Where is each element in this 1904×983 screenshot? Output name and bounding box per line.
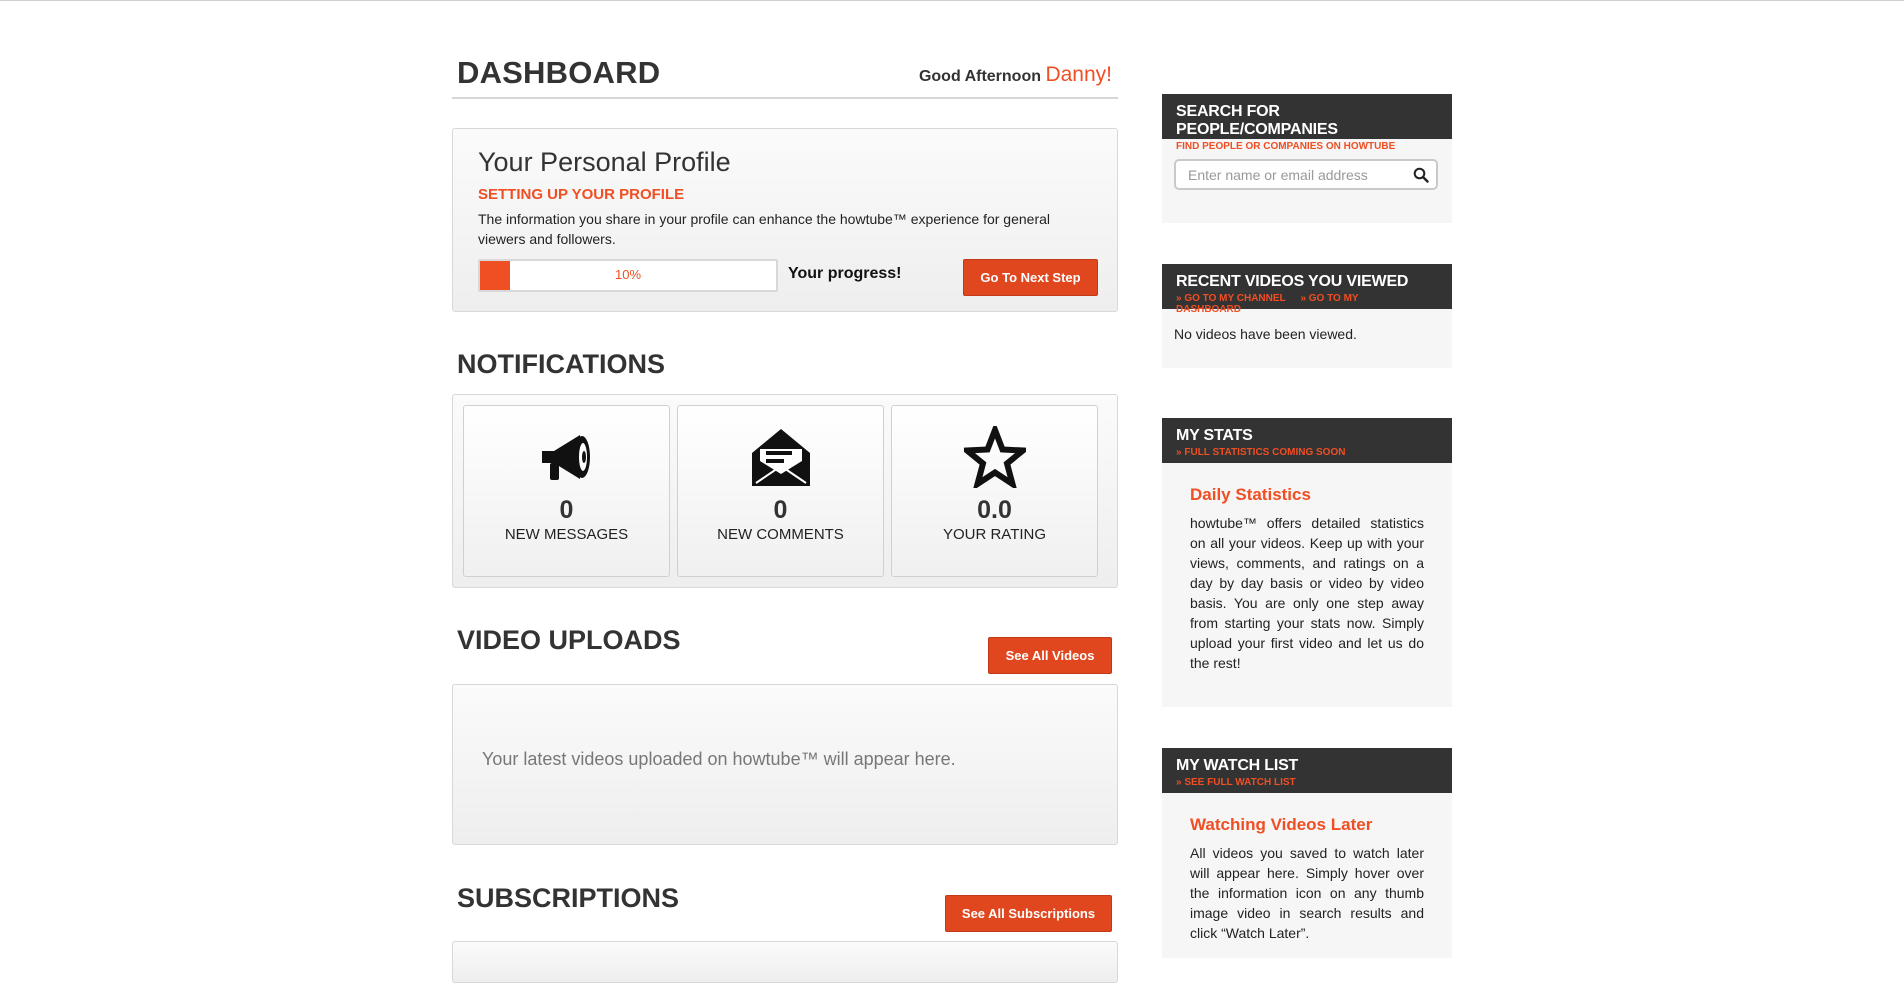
see-full-watch-list-link[interactable]: » SEE FULL WATCH LIST (1176, 777, 1438, 788)
watching-later-text: All videos you saved to watch later will… (1190, 845, 1424, 941)
profile-subtitle: SETTING UP YOUR PROFILE (478, 186, 685, 203)
watch-list-header: MY WATCH LIST » SEE FULL WATCH LIST (1162, 748, 1452, 793)
see-all-videos-button[interactable]: See All Videos (988, 637, 1112, 674)
watch-list-box: MY WATCH LIST » SEE FULL WATCH LIST Watc… (1162, 748, 1452, 958)
watch-list-title: MY WATCH LIST (1176, 757, 1299, 774)
page-title: DASHBOARD (457, 55, 661, 90)
recent-videos-empty-text: No videos have been viewed. (1174, 326, 1357, 342)
messages-card[interactable]: 0 NEW MESSAGES (463, 405, 670, 577)
search-body (1162, 139, 1452, 223)
star-icon (892, 421, 1097, 491)
progress-bar: 10% (478, 259, 778, 292)
search-title: SEARCH FOR PEOPLE/COMPANIES (1176, 103, 1338, 138)
subscriptions-title: SUBSCRIPTIONS (457, 883, 680, 913)
go-to-channel-link[interactable]: » GO TO MY CHANNEL (1176, 293, 1286, 304)
daily-statistics-heading: Daily Statistics (1190, 485, 1311, 504)
rating-card[interactable]: 0.0 YOUR RATING (891, 405, 1098, 577)
subscriptions-panel (452, 941, 1118, 983)
profile-title: Your Personal Profile (478, 147, 731, 177)
rating-value: 0.0 (977, 496, 1012, 524)
my-stats-header: MY STATS » FULL STATISTICS COMING SOON (1162, 418, 1452, 463)
greeting: Good Afternoon Danny! (919, 63, 1112, 87)
comments-count: 0 (773, 496, 788, 524)
recent-videos-header: RECENT VIDEOS YOU VIEWED » GO TO MY CHAN… (1162, 264, 1452, 315)
see-all-subscriptions-button[interactable]: See All Subscriptions (945, 895, 1112, 932)
search-input[interactable] (1174, 159, 1438, 190)
notifications-panel: 0 NEW MESSAGES 0 NEW COMMENTS 0.0 YOUR R… (452, 394, 1118, 588)
watching-later-heading: Watching Videos Later (1190, 815, 1373, 834)
greeting-text: Good Afternoon (918, 68, 1041, 85)
megaphone-icon (464, 426, 669, 488)
dashboard-header: DASHBOARD Good Afternoon Danny! (452, 53, 1118, 99)
profile-panel: Your Personal Profile SETTING UP YOUR PR… (452, 128, 1118, 312)
my-stats-box: MY STATS » FULL STATISTICS COMING SOON D… (1162, 418, 1452, 707)
video-uploads-empty-text: Your latest videos uploaded on howtube™ … (482, 749, 956, 769)
rating-label: YOUR RATING (942, 526, 1047, 543)
daily-statistics-text: howtube™ offers detailed statistics on a… (1190, 515, 1424, 671)
recent-videos-box: RECENT VIDEOS YOU VIEWED » GO TO MY CHAN… (1162, 264, 1452, 368)
search-box: SEARCH FOR PEOPLE/COMPANIES FIND PEOPLE … (1162, 94, 1452, 223)
video-uploads-title: VIDEO UPLOADS (457, 625, 681, 655)
progress-percent: 10% (614, 267, 642, 282)
video-uploads-panel: Your latest videos uploaded on howtube™ … (452, 684, 1118, 845)
full-statistics-link[interactable]: » FULL STATISTICS COMING SOON (1176, 447, 1438, 458)
recent-videos-title: RECENT VIDEOS YOU VIEWED (1176, 273, 1409, 290)
search-header: SEARCH FOR PEOPLE/COMPANIES FIND PEOPLE … (1162, 94, 1452, 152)
messages-count: 0 (559, 496, 574, 524)
notifications-title: NOTIFICATIONS (457, 349, 665, 379)
comments-card[interactable]: 0 NEW COMMENTS (677, 405, 884, 577)
progress-label: Your progress! (788, 265, 902, 282)
next-step-button[interactable]: Go To Next Step (963, 259, 1098, 296)
envelope-open-icon (678, 426, 883, 488)
messages-label: NEW MESSAGES (504, 526, 629, 543)
profile-description: The information you share in your profil… (478, 211, 1051, 247)
my-stats-title: MY STATS (1176, 427, 1253, 444)
comments-label: NEW COMMENTS (717, 526, 844, 543)
search-icon[interactable] (1413, 167, 1429, 188)
user-name: Danny! (1045, 63, 1112, 86)
